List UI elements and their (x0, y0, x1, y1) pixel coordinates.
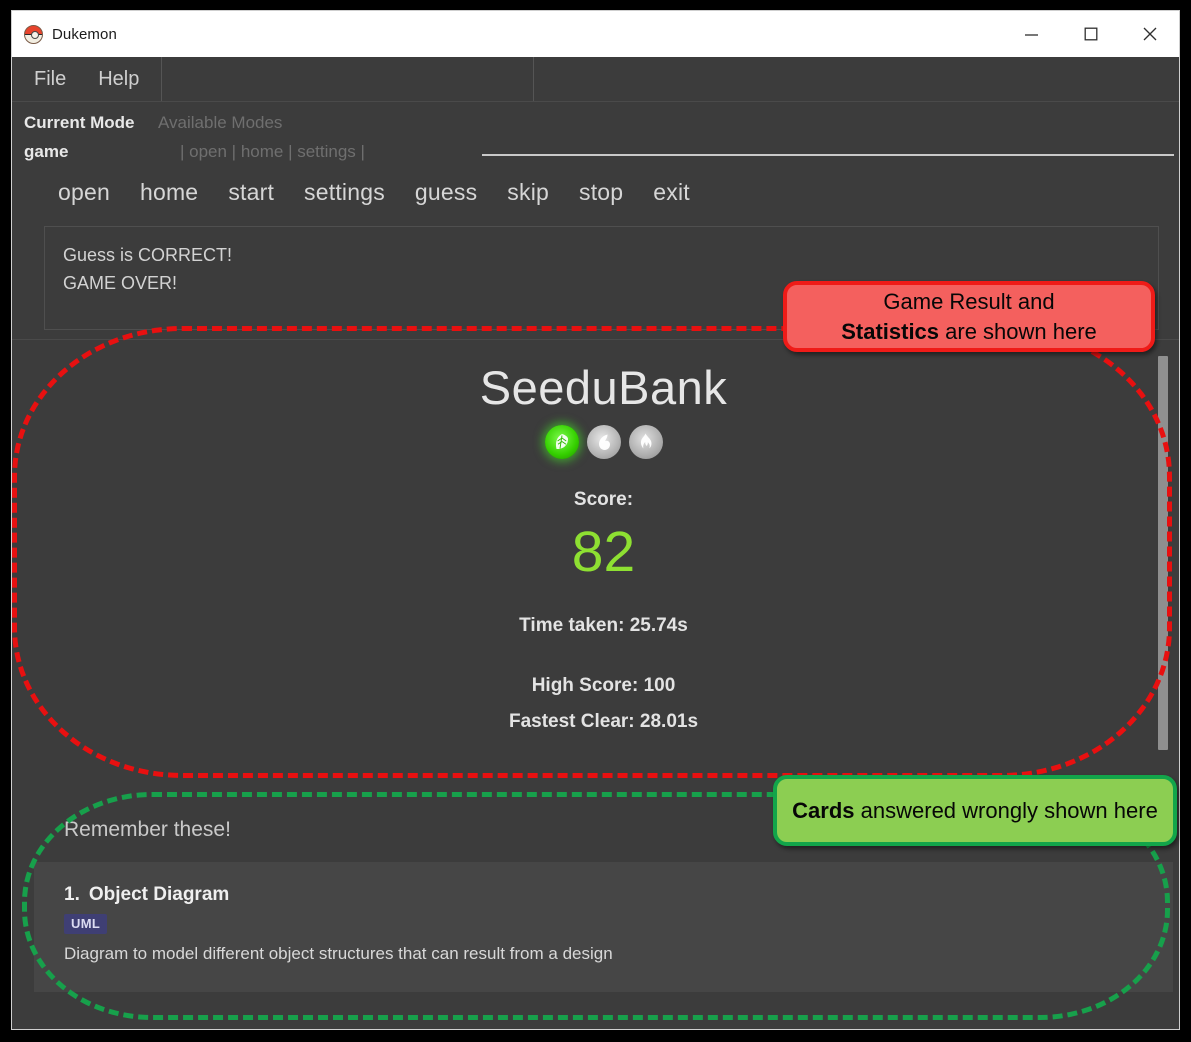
close-icon (1143, 27, 1156, 41)
minimize-icon (1025, 33, 1038, 36)
annotation-callout-result-line-2: Statistics are shown here (841, 317, 1097, 347)
element-badges (34, 425, 1173, 459)
card-title: Object Diagram (88, 884, 230, 905)
nav-item-home[interactable]: home (140, 179, 198, 206)
annotation-plain-shown-here: are shown here (939, 318, 1097, 344)
title-bar: Dukemon (12, 11, 1179, 57)
menu-bar: File Help (12, 57, 1179, 102)
annotation-callout-result: Game Result and Statistics are shown her… (783, 281, 1155, 352)
grass-element-icon (544, 425, 579, 459)
pokeball-icon (24, 24, 43, 44)
annotation-callout-result-line-1: Game Result and (883, 288, 1055, 314)
fire-element-icon (628, 425, 663, 459)
available-modes-label: Available Modes (158, 113, 283, 132)
menu-bar-filler (162, 57, 535, 101)
wrong-cards-list: 1. Object Diagram UML Diagram to model di… (34, 862, 1173, 992)
nav-item-settings[interactable]: settings (304, 179, 385, 206)
mode-bar-headers: Current Mode Available Modes (12, 108, 1179, 137)
brand-title: SeeduBank (479, 361, 728, 414)
card-description: Diagram to model different object struct… (64, 944, 613, 963)
app-content: File Help Current Mode Available Modes g… (12, 57, 1179, 1029)
nav-item-exit[interactable]: exit (653, 179, 690, 206)
game-result-panel: SeeduBank Score: 82 Time taken: 25.74s H… (34, 346, 1173, 790)
flame-glyph (640, 433, 652, 448)
high-score-stat: High Score: 100 (531, 675, 676, 696)
nav-item-stop[interactable]: stop (579, 179, 623, 206)
command-input[interactable] (482, 154, 1174, 156)
annotation-callout-cards: Cards answered wrongly shown here (773, 775, 1177, 846)
menu-item-file[interactable]: File (18, 57, 82, 101)
nav-item-open[interactable]: open (58, 179, 110, 206)
list-item[interactable]: 1. Object Diagram UML Diagram to model di… (64, 884, 1173, 964)
result-panel-scrollbar[interactable] (1156, 346, 1169, 790)
card-index: 1. (64, 884, 80, 905)
current-mode-label: Current Mode (24, 113, 135, 132)
current-mode-value: game (24, 142, 69, 161)
time-taken-stat: Time taken: 25.74s (519, 615, 688, 636)
minimize-button[interactable] (1002, 11, 1061, 57)
menu-item-help[interactable]: Help (82, 57, 155, 101)
water-element-icon (586, 425, 621, 459)
card-title-row: 1. Object Diagram (64, 884, 1173, 906)
title-bar-left: Dukemon (12, 24, 117, 44)
close-button[interactable] (1120, 11, 1179, 57)
annotation-bold-statistics: Statistics (841, 318, 940, 344)
maximize-button[interactable] (1061, 11, 1120, 57)
command-nav-bar: open home start settings guess skip stop… (12, 170, 1179, 215)
water-drop-glyph (598, 434, 610, 450)
mode-bar: Current Mode Available Modes game | open… (12, 102, 1179, 170)
menu-bar-rest (534, 57, 1179, 101)
window-title: Dukemon (52, 25, 117, 43)
annotation-bold-cards: Cards (792, 797, 855, 823)
menu-bar-items: File Help (12, 57, 163, 101)
fastest-clear-stat: Fastest Clear: 28.01s (508, 711, 699, 732)
score-value: 82 (571, 520, 636, 584)
scrollbar-thumb[interactable] (1158, 356, 1168, 750)
app-window: Dukemon File Help Current Mode Available… (11, 10, 1180, 1030)
nav-item-start[interactable]: start (228, 179, 274, 206)
annotation-plain-answered-wrongly: answered wrongly shown here (854, 797, 1158, 823)
leaf-glyph (555, 434, 568, 450)
available-modes-value: | open | home | settings | (180, 142, 365, 161)
maximize-icon (1084, 27, 1097, 41)
window-controls (1002, 11, 1179, 57)
nav-item-guess[interactable]: guess (415, 179, 477, 206)
card-tag[interactable]: UML (64, 914, 108, 934)
message-line-1: Guess is CORRECT! (63, 245, 233, 265)
annotation-callout-cards-line-1: Cards answered wrongly shown here (792, 796, 1158, 826)
mode-bar-values: game | open | home | settings | (12, 137, 1179, 166)
nav-item-skip[interactable]: skip (507, 179, 549, 206)
score-label: Score: (573, 489, 634, 510)
